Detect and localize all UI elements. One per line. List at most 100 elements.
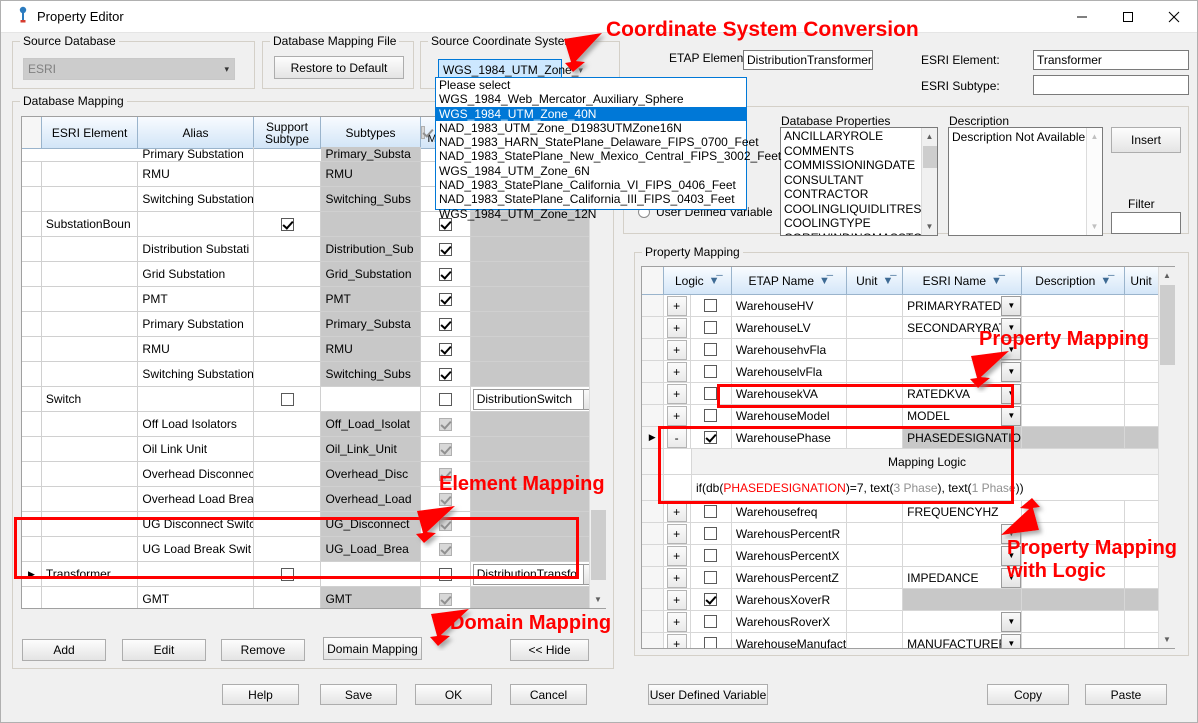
table-row[interactable]: GMTGMT [22,587,605,609]
table-row[interactable]: SwitchDistributionSwitch▼ [22,387,605,412]
cell-support-subtype[interactable] [254,312,322,337]
expand-collapse-button[interactable]: + [667,590,687,610]
scroll-up-icon[interactable]: ▲ [1159,267,1175,284]
description-listbox[interactable]: Description Not Available ▲ ▼ [948,127,1103,236]
cell-esri-element[interactable]: SubstationBoun [42,212,139,237]
logic-checkbox[interactable] [704,593,717,606]
cell-esri-element[interactable]: Transformer [42,562,139,587]
table-row[interactable]: ▶-WarehousePhasePHASEDESIGNATIO [642,427,1174,449]
cell-etap-name[interactable]: WarehousPercentR [732,523,847,545]
cell-alias[interactable]: PMT [138,287,253,312]
save-button[interactable]: Save [320,684,397,705]
skip-mapping-checkbox[interactable] [439,368,452,381]
cell-skip-mapping[interactable] [421,312,471,337]
cell-alias[interactable]: Switching Substation [138,362,253,387]
expand-collapse-button[interactable]: - [667,428,687,448]
cell-logic-expander[interactable]: + [664,317,691,339]
scroll-down-icon[interactable]: ▼ [922,218,937,235]
cancel-button[interactable]: Cancel [510,684,587,705]
skip-mapping-checkbox[interactable] [439,418,452,431]
logic-checkbox[interactable] [704,321,717,334]
cell-skip-mapping[interactable] [421,412,471,437]
table-row[interactable]: +WarehousRoverX▼ [642,611,1174,633]
cell-etap-name[interactable]: WarehouseManufactur [732,633,847,649]
filter-icon[interactable]: ▼̅ [709,275,720,287]
minimize-button[interactable] [1059,1,1105,33]
list-item[interactable]: CONSULTANT [781,173,937,188]
skip-mapping-checkbox[interactable] [439,268,452,281]
logic-checkbox[interactable] [704,387,717,400]
cell-description[interactable] [1022,427,1125,449]
list-item[interactable]: CONTRACTOR [781,187,937,202]
cell-etap-name[interactable]: Warehousefreq [732,501,847,523]
pm-col-logic[interactable]: Logic ▼̅ [664,267,732,295]
cell-etap-name[interactable]: WarehouselvFla [732,361,847,383]
list-item[interactable]: COMMISSIONINGDATE [781,158,937,173]
cell-logic-expander[interactable]: + [664,405,691,427]
cell-etap-element[interactable] [471,587,605,609]
pm-col-etap-name[interactable]: ETAP Name ▼̅ [732,267,847,295]
dropdown-option[interactable]: WGS_1984_Web_Mercator_Auxiliary_Sphere [436,92,746,106]
cell-logic-expander[interactable]: + [664,523,691,545]
cell-support-subtype[interactable] [254,562,322,587]
esri-subtype-field[interactable] [1033,75,1189,95]
cell-subtypes[interactable] [321,212,421,237]
filter-icon[interactable]: ▼̅ [819,275,830,287]
chevron-down-icon[interactable]: ▼ [1001,296,1021,316]
etap-element-field[interactable]: DistributionTransformer [743,50,873,70]
logic-checkbox[interactable] [704,615,717,628]
chevron-down-icon[interactable]: ▼ [1001,406,1021,426]
cell-esri-element[interactable] [42,287,139,312]
user-defined-variable-button[interactable]: User Defined Variable [648,684,768,705]
maximize-button[interactable] [1105,1,1151,33]
logic-checkbox[interactable] [704,527,717,540]
cell-logic-expander[interactable]: + [664,567,691,589]
cell-etap-element[interactable] [471,512,605,537]
cell-esri-name[interactable]: PRIMARYRATEDV▼ [903,295,1022,317]
expand-collapse-button[interactable]: + [667,384,687,404]
filter-icon[interactable]: ▼̅ [1100,275,1111,287]
col-support-subtype[interactable]: SupportSubtype [254,117,322,149]
expand-collapse-button[interactable]: + [667,612,687,632]
cell-logic-expander[interactable]: + [664,589,691,611]
cell-support-subtype[interactable] [254,187,322,212]
cell-logic-expander[interactable]: - [664,427,691,449]
property-mapping-scrollbar[interactable]: ▲ ▼ [1158,267,1175,648]
cell-esri-element[interactable] [42,487,139,512]
cell-esri-name[interactable] [903,589,1022,611]
pm-col-esri-name[interactable]: ESRI Name ▼̅ [903,267,1022,295]
cell-esri-name[interactable]: PHASEDESIGNATIO [903,427,1022,449]
mapping-logic-expression-row[interactable]: if(db(PHASEDESIGNATION)=7, text(3 Phase)… [642,475,1174,501]
cell-logic-expander[interactable]: + [664,383,691,405]
col-subtypes[interactable]: Subtypes [321,117,420,149]
cell-subtypes[interactable]: Off_Load_Isolat [321,412,421,437]
cell-subtypes[interactable]: Distribution_Sub [321,237,421,262]
cell-logic-checkbox[interactable] [691,633,732,649]
scrollbar-thumb[interactable] [923,146,938,168]
cell-unit[interactable] [847,545,903,567]
cell-esri-name[interactable]: MODEL▼ [903,405,1022,427]
skip-mapping-checkbox[interactable] [439,318,452,331]
cell-etap-name[interactable]: WarehousPercentZ [732,567,847,589]
logic-checkbox[interactable] [704,431,717,444]
cell-etap-element[interactable] [471,412,605,437]
scroll-down-icon[interactable]: ▼ [1159,631,1175,648]
support-subtype-checkbox[interactable] [281,218,294,231]
cell-unit[interactable] [847,633,903,649]
cell-skip-mapping[interactable] [421,337,471,362]
table-row[interactable]: UG Load Break SwitUG_Load_Brea [22,537,605,562]
logic-checkbox[interactable] [704,299,717,312]
help-button[interactable]: Help [222,684,299,705]
cell-support-subtype[interactable] [254,462,322,487]
dropdown-option[interactable]: Please select [436,78,746,92]
cell-etap-element[interactable]: DistributionTransfo▼ [471,562,605,587]
table-row[interactable]: UG Disconnect SwitcUG_Disconnect [22,512,605,537]
cell-alias[interactable] [138,562,253,587]
scroll-down-icon[interactable]: ▼ [590,591,606,608]
cell-esri-element[interactable] [42,437,139,462]
cell-unit[interactable] [847,611,903,633]
cell-description[interactable] [1022,611,1125,633]
scroll-down-icon[interactable]: ▼ [1087,218,1102,235]
cell-skip-mapping[interactable] [421,362,471,387]
expand-collapse-button[interactable]: + [667,634,687,650]
